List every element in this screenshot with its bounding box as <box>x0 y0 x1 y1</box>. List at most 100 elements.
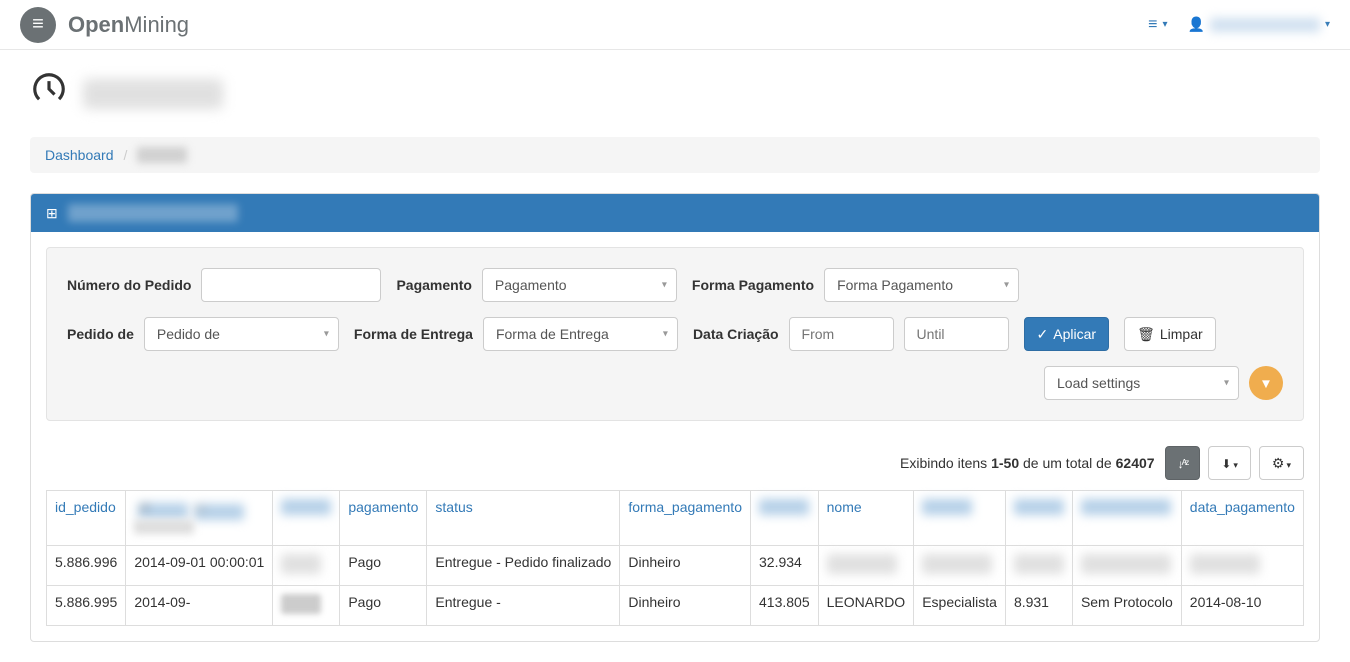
order-number-label: Número do Pedido <box>67 277 191 293</box>
table-icon <box>46 205 58 222</box>
col-status[interactable]: status <box>427 491 620 546</box>
cell-forma: Dinheiro <box>620 546 751 586</box>
cell-data-pag <box>1181 546 1303 586</box>
col-nome[interactable]: nome <box>818 491 914 546</box>
load-settings-select[interactable]: Load settings <box>1044 366 1239 400</box>
breadcrumb: Dashboard / <box>30 137 1320 173</box>
cell-col9: Especialista <box>914 586 1006 626</box>
breadcrumb-current-blur <box>137 147 187 163</box>
filter-order-number: Número do Pedido <box>67 268 381 302</box>
panel-title-blur <box>68 204 238 222</box>
cell-data-pag: 2014-08-10 <box>1181 586 1303 626</box>
cell-col11: Sem Protocolo <box>1072 586 1181 626</box>
filter-payment-method: Forma Pagamento Forma Pagamento <box>692 268 1019 302</box>
brand-bold: Open <box>68 12 124 37</box>
order-from-select[interactable]: Pedido de <box>144 317 339 351</box>
cell-id: 5.886.996 <box>47 546 126 586</box>
filter-creation-date: Data Criação <box>693 317 1009 351</box>
page-header <box>30 70 1320 117</box>
filter-settings-button[interactable]: ▼ <box>1249 366 1283 400</box>
col-id-pedido[interactable]: id_pedido <box>47 491 126 546</box>
sort-rank: (1) <box>194 504 244 520</box>
toolbar-row: Exibindo itens 1-50 de um total de 62407 <box>46 436 1304 490</box>
cell-blur <box>273 546 340 586</box>
gear-icon <box>1272 455 1291 472</box>
toolbar-buttons <box>1165 446 1304 480</box>
filter-payment: Pagamento Pagamento <box>396 268 676 302</box>
col-blur-2[interactable] <box>751 491 819 546</box>
settings-button[interactable] <box>1259 446 1304 480</box>
cell-blur <box>1005 546 1072 586</box>
panel-heading <box>31 194 1319 232</box>
check-icon <box>1037 326 1049 343</box>
col-sorted[interactable]: (1) <box>126 491 273 546</box>
apply-button[interactable]: Aplicar <box>1024 317 1110 351</box>
filter-order-from: Pedido de Pedido de <box>67 317 339 351</box>
cell-num: 413.805 <box>751 586 819 626</box>
main-panel: Número do Pedido Pagamento Pagamento For… <box>30 193 1320 642</box>
payment-method-select[interactable]: Forma Pagamento <box>824 268 1019 302</box>
col-pagamento[interactable]: pagamento <box>340 491 427 546</box>
date-from-input[interactable] <box>789 317 894 351</box>
date-until-input[interactable] <box>904 317 1009 351</box>
order-number-input[interactable] <box>201 268 381 302</box>
cell-blur <box>914 546 1006 586</box>
clear-button[interactable]: Limpar <box>1124 317 1216 351</box>
cell-date: 2014-09- <box>126 586 273 626</box>
col-blur-1[interactable] <box>273 491 340 546</box>
table-row: 5.886.996 2014-09-01 00:00:01 Pago Entre… <box>47 546 1304 586</box>
dashboard-icon <box>30 70 68 117</box>
cell-num: 32.934 <box>751 546 819 586</box>
filter-box: Número do Pedido Pagamento Pagamento For… <box>46 247 1304 421</box>
download-button[interactable] <box>1208 446 1251 480</box>
filter-row-2: Pedido de Pedido de Forma de Entrega For… <box>67 317 1283 351</box>
clear-label: Limpar <box>1160 326 1203 342</box>
cell-nome <box>818 546 914 586</box>
apply-label: Aplicar <box>1053 326 1096 342</box>
payment-select[interactable]: Pagamento <box>482 268 677 302</box>
delivery-method-label: Forma de Entrega <box>354 326 473 342</box>
cell-date: 2014-09-01 00:00:01 <box>126 546 273 586</box>
sort-button[interactable] <box>1165 446 1201 480</box>
main-container: Dashboard / Número do Pedido Pagamento P… <box>0 50 1350 662</box>
col-forma-pagamento[interactable]: forma_pagamento <box>620 491 751 546</box>
brand-light: Mining <box>124 12 189 37</box>
cell-status: Entregue - <box>427 586 620 626</box>
cell-pagamento: Pago <box>340 586 427 626</box>
user-dropdown[interactable] <box>1188 16 1330 33</box>
page-title-blur <box>83 79 223 109</box>
navbar-left: OpenMining <box>20 7 189 43</box>
cell-forma: Dinheiro <box>620 586 751 626</box>
menu-toggle-button[interactable] <box>20 7 56 43</box>
creation-date-label: Data Criação <box>693 326 779 342</box>
filter-row-1: Número do Pedido Pagamento Pagamento For… <box>67 268 1283 302</box>
col-blur-5[interactable] <box>1072 491 1181 546</box>
lang-dropdown[interactable] <box>1148 16 1167 34</box>
panel-body: Número do Pedido Pagamento Pagamento For… <box>31 232 1319 641</box>
filter-delivery-method: Forma de Entrega Forma de Entrega <box>354 317 678 351</box>
breadcrumb-separator: / <box>124 147 128 163</box>
sort-icon <box>1178 455 1188 471</box>
navbar: OpenMining <box>0 0 1350 50</box>
order-from-label: Pedido de <box>67 326 134 342</box>
app-brand[interactable]: OpenMining <box>68 12 189 38</box>
payment-label: Pagamento <box>396 277 471 293</box>
payment-method-label: Forma Pagamento <box>692 277 814 293</box>
col-blur-3[interactable] <box>914 491 1006 546</box>
breadcrumb-dashboard-link[interactable]: Dashboard <box>45 147 114 163</box>
cell-blur <box>1072 546 1181 586</box>
delivery-method-select[interactable]: Forma de Entrega <box>483 317 678 351</box>
hamburger-icon <box>32 13 44 36</box>
trash-icon <box>1137 326 1155 343</box>
col-blur-4[interactable] <box>1005 491 1072 546</box>
data-table: id_pedido (1) pagamento status forma_pag… <box>46 490 1304 626</box>
user-icon <box>1188 16 1205 33</box>
filter-icon: ▼ <box>1259 376 1272 391</box>
cell-id: 5.886.995 <box>47 586 126 626</box>
cell-status: Entregue - Pedido finalizado <box>427 546 620 586</box>
pagination-text: Exibindo itens 1-50 de um total de 62407 <box>900 455 1155 471</box>
cell-pagamento: Pago <box>340 546 427 586</box>
col-data-pagamento[interactable]: data_pagamento <box>1181 491 1303 546</box>
table-header-row: id_pedido (1) pagamento status forma_pag… <box>47 491 1304 546</box>
cell-nome: LEONARDO <box>818 586 914 626</box>
